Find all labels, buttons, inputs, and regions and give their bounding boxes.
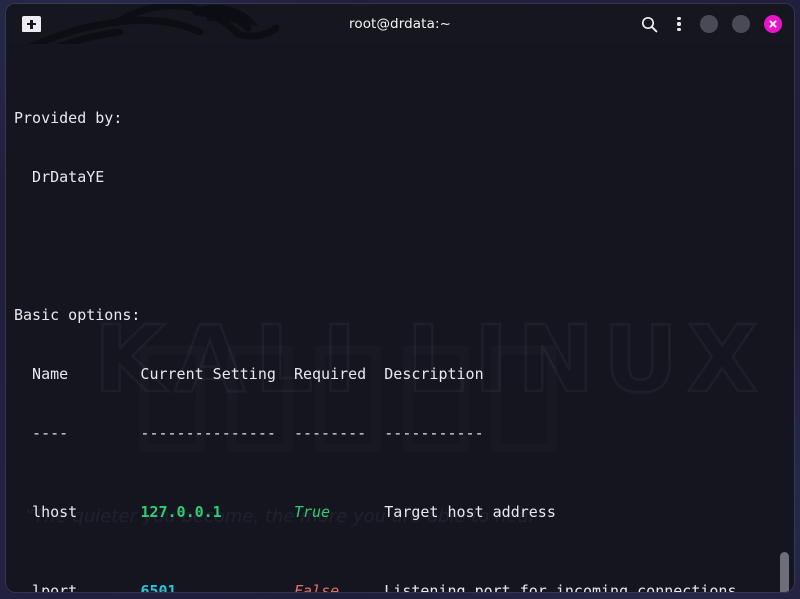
new-tab-icon[interactable]: [22, 16, 41, 32]
menu-dot-top: [677, 17, 681, 21]
row1-required: False: [293, 581, 385, 592]
maximize-button[interactable]: [732, 15, 750, 33]
search-icon[interactable]: [641, 16, 658, 33]
close-icon: [769, 20, 777, 28]
close-button[interactable]: [764, 15, 782, 33]
terminal-output: Provided by: DrDataYE Basic options: Nam…: [10, 50, 794, 592]
row0-description: Target host address: [384, 503, 556, 522]
titlebar-controls: [641, 4, 782, 44]
kali-dragon-watermark-icon: [27, 4, 280, 44]
minimize-button[interactable]: [700, 15, 718, 33]
table-rule-row: ---- --------------- -------- ----------…: [14, 424, 484, 443]
table-row: lport 6501 False Listening port for inco…: [14, 582, 794, 592]
row1-setting: 6501: [140, 581, 294, 592]
scrollbar-thumb[interactable]: [780, 552, 789, 592]
desktop-backdrop: root@drdata:~ KALI LINUX “The quieter yo…: [0, 0, 800, 599]
row0-setting: 127.0.0.1: [140, 503, 294, 522]
row1-indent: [14, 582, 32, 592]
line-basic-options-label: Basic options:: [14, 306, 141, 325]
menu-dot-middle: [677, 22, 681, 26]
vertical-scrollbar[interactable]: [778, 86, 791, 592]
row0-indent: [14, 503, 32, 521]
plus-horizontal-stroke: [27, 22, 36, 26]
terminal-window: root@drdata:~ KALI LINUX “The quieter yo…: [6, 4, 794, 592]
row1-description: Listening port for incoming connections: [384, 581, 737, 592]
row0-required: True: [293, 503, 385, 522]
kebab-menu-icon[interactable]: [672, 15, 686, 33]
table-header-row: Name Current Setting Required Descriptio…: [14, 365, 484, 384]
table-row: lhost 127.0.0.1 True Target host address: [14, 503, 794, 523]
row1-name: lport: [32, 581, 141, 592]
line-provided-by-value: DrDataYE: [14, 168, 105, 187]
menu-dot-bottom: [677, 27, 681, 31]
row0-name: lhost: [32, 503, 141, 522]
window-titlebar[interactable]: root@drdata:~: [6, 4, 794, 44]
terminal-body[interactable]: KALI LINUX “The quieter you become, the …: [6, 44, 794, 592]
line-provided-by-label: Provided by:: [14, 109, 123, 128]
